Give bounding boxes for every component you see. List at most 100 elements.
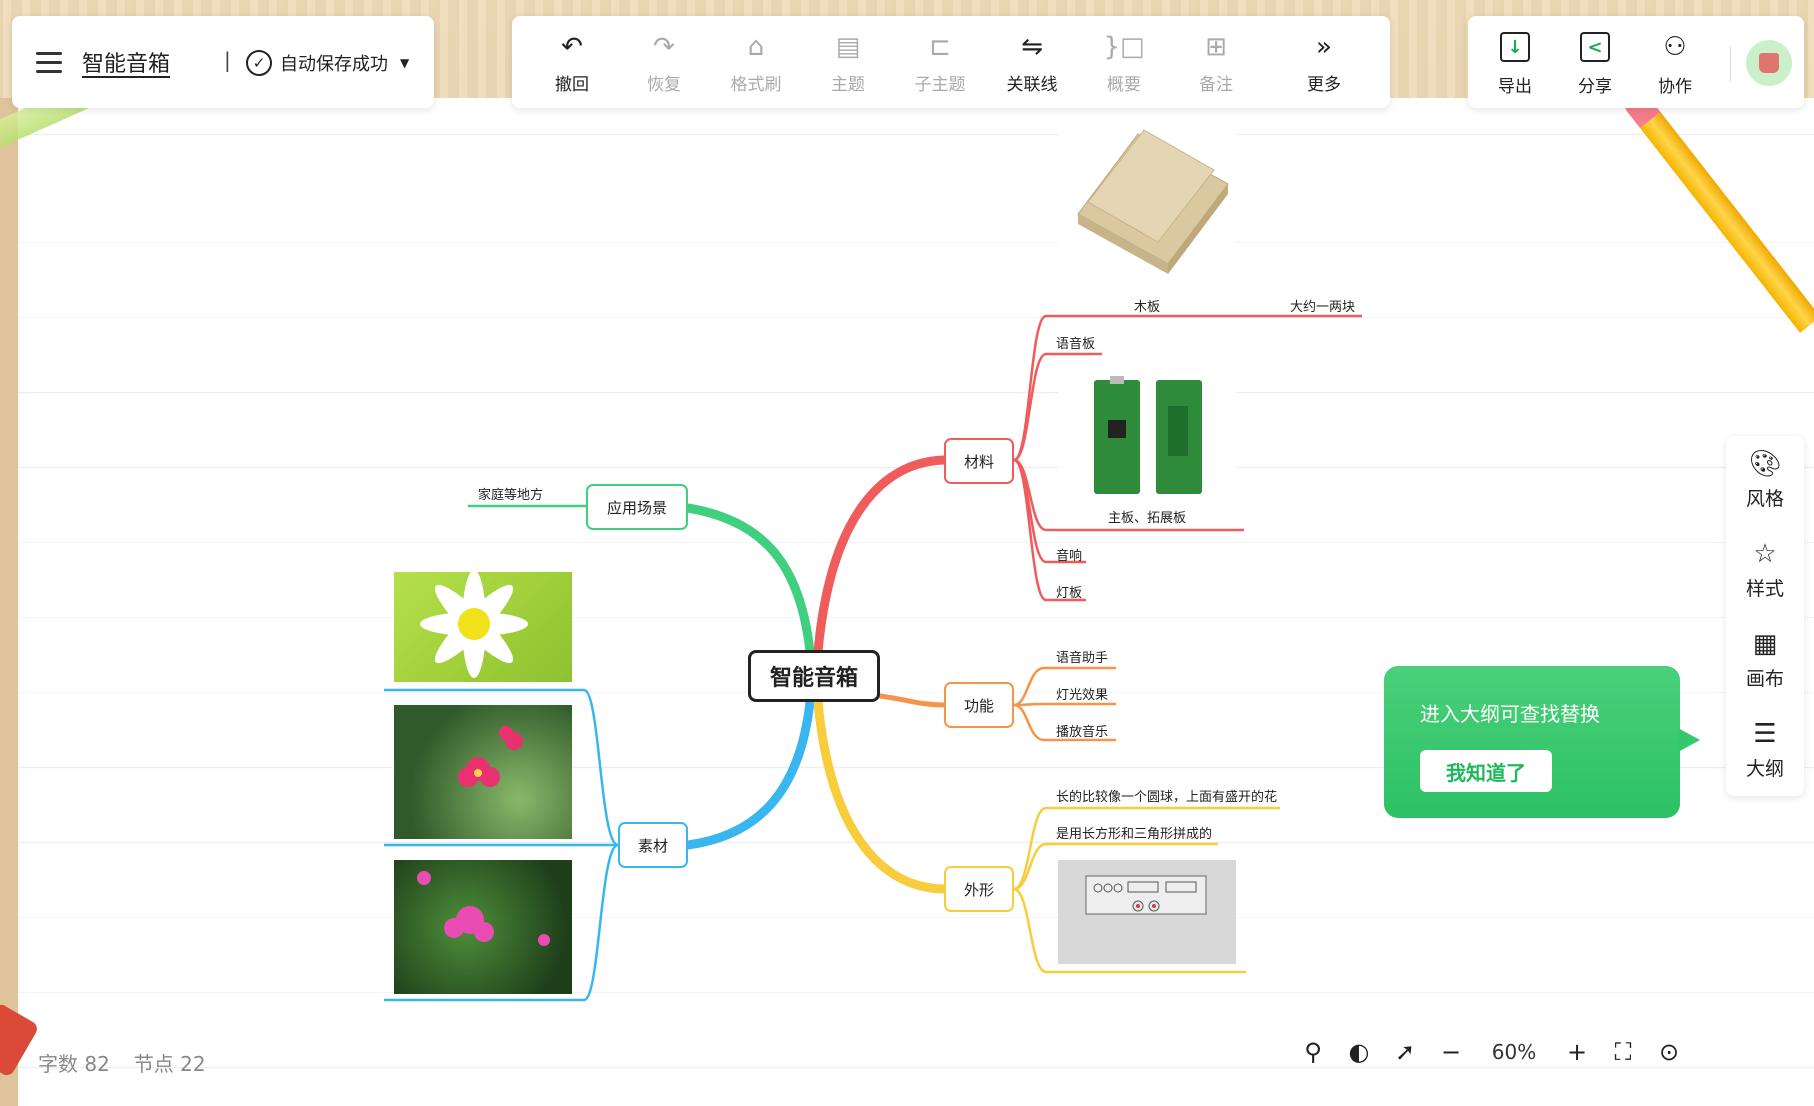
subtopic-label: 子主题 (914, 75, 966, 95)
collab-label: 协作 (1658, 77, 1692, 97)
download-icon: ↓ (1500, 32, 1530, 62)
image-pink-flower-2[interactable] (394, 860, 572, 994)
caret-down-icon: ▼ (400, 56, 410, 70)
relation-line-button[interactable]: ⇋ 关联线 (992, 30, 1072, 95)
palette-icon: 🎨︎ (1748, 449, 1782, 479)
node-scenario[interactable]: 应用场景 (586, 484, 688, 530)
image-wood-boards[interactable] (1058, 124, 1236, 286)
leaf-main-board[interactable]: 主板、拓展板 (1108, 507, 1186, 526)
hamburger-menu-icon[interactable] (36, 52, 62, 73)
zoom-level: 60% (1491, 1040, 1537, 1064)
mindmap-connectors (384, 314, 1362, 1002)
root-node[interactable]: 智能音箱 (748, 650, 880, 702)
check-circle-icon: ✓ (246, 50, 272, 76)
right-toolbar: ↓ 导出 < 分享 ⚇ 协作 (1468, 16, 1804, 108)
summary-label: 概要 (1107, 75, 1141, 95)
node-assets[interactable]: 素材 (618, 822, 688, 868)
style-tab[interactable]: 🎨︎ 风格 (1726, 448, 1804, 511)
leaf-speaker[interactable]: 音响 (1056, 545, 1082, 564)
list-icon: ☰ (1753, 719, 1777, 749)
image-daisy[interactable] (394, 572, 572, 682)
save-status-text: 自动保存成功 (280, 54, 388, 75)
mouse-icon[interactable]: ◐ (1336, 1038, 1382, 1066)
export-button[interactable]: ↓ 导出 (1480, 28, 1550, 97)
summary-button[interactable]: }□ 概要 (1084, 30, 1164, 95)
leaf-light-board[interactable]: 灯板 (1056, 582, 1082, 601)
leaf-play-music[interactable]: 播放音乐 (1056, 721, 1108, 740)
connector-materials (813, 455, 949, 657)
topic-label: 主题 (831, 75, 865, 95)
avatar[interactable] (1746, 40, 1792, 86)
layout-icon: ▦ (1752, 629, 1778, 659)
redo-icon: ↷ (653, 32, 675, 62)
title-panel: 智能音箱 | ✓ 自动保存成功 ▼ (12, 16, 434, 108)
leaf-voice-assistant[interactable]: 语音助手 (1056, 647, 1108, 666)
daisy-illustration (420, 572, 528, 678)
leaf-shape-sphere[interactable]: 长的比较像一个圆球，上面有盛开的花 (1056, 786, 1277, 805)
leaf-voice-board[interactable]: 语音板 (1056, 333, 1095, 352)
note-label: 备注 (1199, 75, 1233, 95)
image-pcb-boards[interactable] (1058, 376, 1236, 496)
more-label: 更多 (1307, 75, 1341, 95)
zoom-out-button[interactable]: − (1428, 1038, 1474, 1066)
undo-button[interactable]: ↶ 撤回 (532, 30, 612, 95)
outline-tooltip: 进入大纲可查找替换 我知道了 (1384, 666, 1700, 818)
wood-boards-illustration (1077, 129, 1229, 274)
leaf-line (1013, 702, 1116, 707)
shape-sketch-illustration (1085, 875, 1207, 915)
outline-label: 大纲 (1745, 758, 1784, 780)
title-separator: | (224, 48, 231, 72)
leaf-scenario-home[interactable]: 家庭等地方 (478, 484, 543, 503)
save-status[interactable]: ✓ 自动保存成功 ▼ (246, 50, 409, 76)
zoom-in-button[interactable]: + (1554, 1038, 1600, 1066)
format-tab[interactable]: ☆ 样式 (1726, 538, 1804, 601)
note-button[interactable]: ⊞ 备注 (1176, 30, 1256, 95)
canvas-label: 画布 (1745, 668, 1784, 690)
zoom-bar: ⚲ ◐ ➚ − 60% + ⛶ ⊙ (1290, 1034, 1692, 1070)
relation-line-label: 关联线 (1006, 75, 1058, 95)
image-shape-sketch[interactable] (1058, 860, 1236, 964)
pcb-illustration (1094, 376, 1202, 494)
collab-button[interactable]: ⚇ 协作 (1640, 28, 1710, 97)
subtopic-button[interactable]: ⊏ 子主题 (900, 30, 980, 95)
connector-function (877, 693, 947, 708)
format-brush-button[interactable]: ⌂ 格式刷 (716, 30, 796, 95)
format-brush-label: 格式刷 (730, 75, 782, 95)
leaf-wood-amount[interactable]: 大约一两块 (1290, 296, 1355, 315)
navigate-icon[interactable]: ➚ (1382, 1038, 1428, 1066)
double-chevron-right-icon: » (1316, 32, 1332, 62)
leaf-light-effect[interactable]: 灯光效果 (1056, 684, 1108, 703)
relation-line-icon: ⇋ (1021, 32, 1043, 62)
undo-label: 撤回 (555, 75, 589, 95)
node-function[interactable]: 功能 (944, 682, 1014, 728)
image-pink-flower-1[interactable] (394, 705, 572, 839)
fit-screen-icon[interactable]: ⛶ (1600, 1038, 1646, 1066)
star-icon: ☆ (1753, 539, 1777, 569)
note-icon: ⊞ (1205, 32, 1227, 62)
node-materials[interactable]: 材料 (944, 438, 1014, 484)
topic-button[interactable]: ▤ 主题 (808, 30, 888, 95)
more-button[interactable]: » 更多 (1284, 30, 1364, 95)
format-label: 样式 (1745, 578, 1784, 600)
share-button[interactable]: < 分享 (1560, 28, 1630, 97)
node-shape[interactable]: 外形 (944, 866, 1014, 912)
summary-icon: }□ (1103, 32, 1145, 62)
leaf-shape-rect[interactable]: 是用长方形和三角形拼成的 (1056, 823, 1212, 842)
redo-button[interactable]: ↷ 恢复 (624, 30, 704, 95)
search-icon[interactable]: ⚲ (1290, 1038, 1336, 1066)
main-toolbar: ↶ 撤回 ↷ 恢复 ⌂ 格式刷 ▤ 主题 ⊏ 子主题 ⇋ 关联线 }□ 概要 ⊞… (512, 16, 1390, 108)
pink-flower-illustration (417, 871, 550, 946)
style-label: 风格 (1745, 488, 1784, 510)
subtopic-icon: ⊏ (929, 32, 951, 62)
connector-shape (813, 697, 949, 894)
canvas-tab[interactable]: ▦ 画布 (1726, 628, 1804, 691)
node-count: 节点 22 (133, 1052, 206, 1076)
more-options-icon[interactable]: ⊙ (1646, 1038, 1692, 1066)
word-count: 字数 82 (38, 1052, 110, 1076)
got-it-button[interactable]: 我知道了 (1420, 750, 1552, 792)
share-icon: < (1580, 32, 1610, 62)
outline-tab[interactable]: ☰ 大纲 (1726, 718, 1804, 781)
tooltip-text: 进入大纲可查找替换 (1420, 702, 1600, 726)
document-title[interactable]: 智能音箱 (82, 46, 170, 78)
leaf-wood-board[interactable]: 木板 (1134, 296, 1160, 315)
